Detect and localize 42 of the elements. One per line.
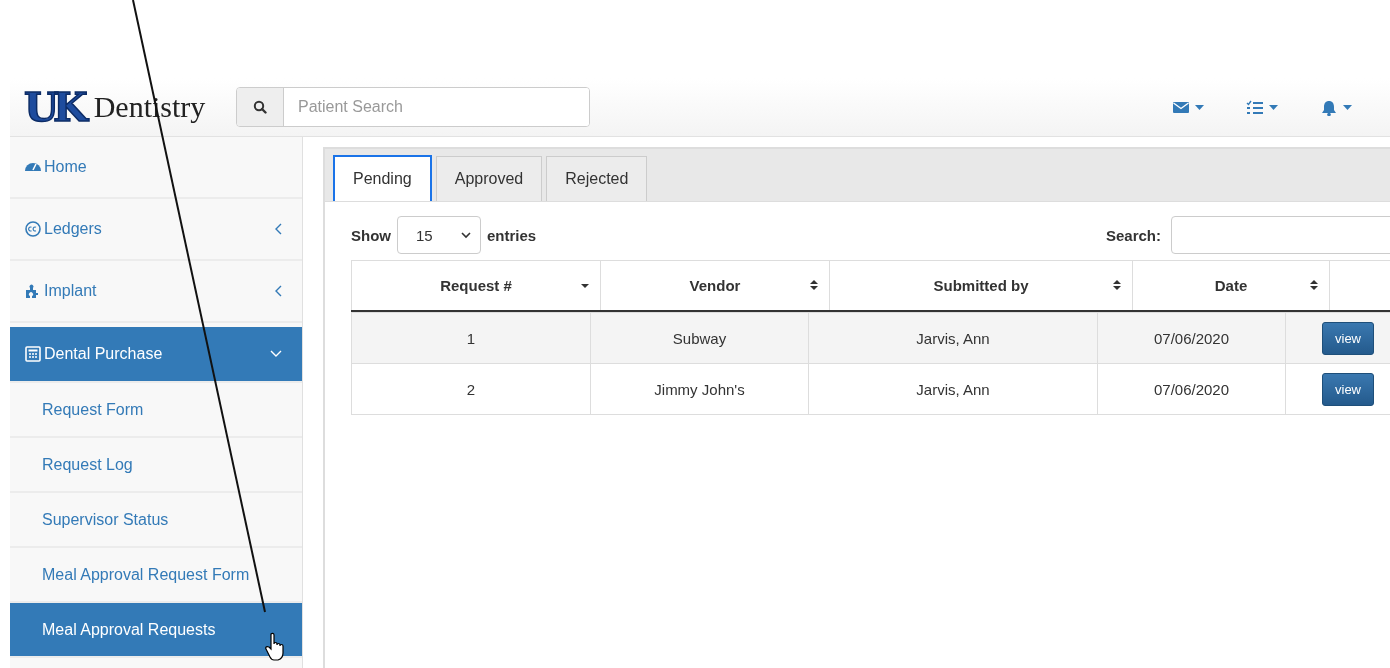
sidebar-item[interactable]: Dental Purchase bbox=[10, 327, 302, 383]
calculator-icon bbox=[24, 345, 42, 363]
checklist-icon[interactable] bbox=[1246, 98, 1264, 116]
tab[interactable]: Rejected bbox=[546, 156, 648, 201]
show-label: Show bbox=[351, 226, 391, 244]
chevron-down-icon bbox=[460, 231, 472, 239]
table-cell: Jarvis, Ann bbox=[808, 363, 1098, 415]
table-cell: 2 bbox=[351, 363, 591, 415]
sidebar-subitem[interactable]: Request Form bbox=[10, 383, 302, 438]
sidebar-item[interactable]: Implant bbox=[10, 261, 302, 323]
table-cell: Subway bbox=[590, 312, 809, 364]
caret-icon[interactable] bbox=[1269, 104, 1278, 110]
view-button[interactable]: view bbox=[1322, 372, 1374, 406]
caret-icon[interactable] bbox=[1195, 104, 1204, 110]
entries-label: entries bbox=[487, 226, 537, 244]
table-cell: Jimmy John's bbox=[590, 363, 809, 415]
table-cell: 07/06/2020 bbox=[1097, 363, 1286, 415]
tab[interactable]: Approved bbox=[435, 156, 543, 201]
table-cell: Jarvis, Ann bbox=[808, 312, 1098, 364]
column-header[interactable]: Submitted by bbox=[829, 260, 1133, 311]
table-cell: 07/06/2020 bbox=[1097, 312, 1286, 364]
logo-mark: UK bbox=[24, 87, 82, 127]
sidebar-subitem[interactable]: Supervisor Status bbox=[10, 493, 302, 548]
page-size-select[interactable]: 15 bbox=[397, 216, 481, 254]
tab[interactable]: Pending bbox=[333, 155, 432, 201]
column-header[interactable]: Date bbox=[1132, 260, 1330, 311]
column-header[interactable]: Vendor bbox=[600, 260, 830, 311]
column-header[interactable]: Request # bbox=[351, 260, 601, 311]
sidebar-subitem[interactable]: Request Log bbox=[10, 438, 302, 493]
bell-icon[interactable] bbox=[1320, 98, 1338, 116]
hand-cursor-icon bbox=[265, 632, 285, 662]
patient-search-field[interactable]: Patient Search bbox=[236, 87, 590, 127]
table-cell: 1 bbox=[351, 312, 591, 364]
cc-circle-icon bbox=[24, 220, 42, 238]
search-icon[interactable] bbox=[237, 88, 284, 126]
sidebar-item[interactable]: Ledgers bbox=[10, 199, 302, 261]
sidebar-subitem[interactable]: Meal Approval Requests bbox=[10, 603, 302, 658]
search-label: Search: bbox=[1105, 226, 1161, 244]
table-search-field[interactable] bbox=[1171, 216, 1390, 254]
sidebar-item[interactable]: Home bbox=[10, 137, 302, 199]
view-button[interactable]: view bbox=[1322, 321, 1374, 355]
caret-icon[interactable] bbox=[1343, 104, 1352, 110]
